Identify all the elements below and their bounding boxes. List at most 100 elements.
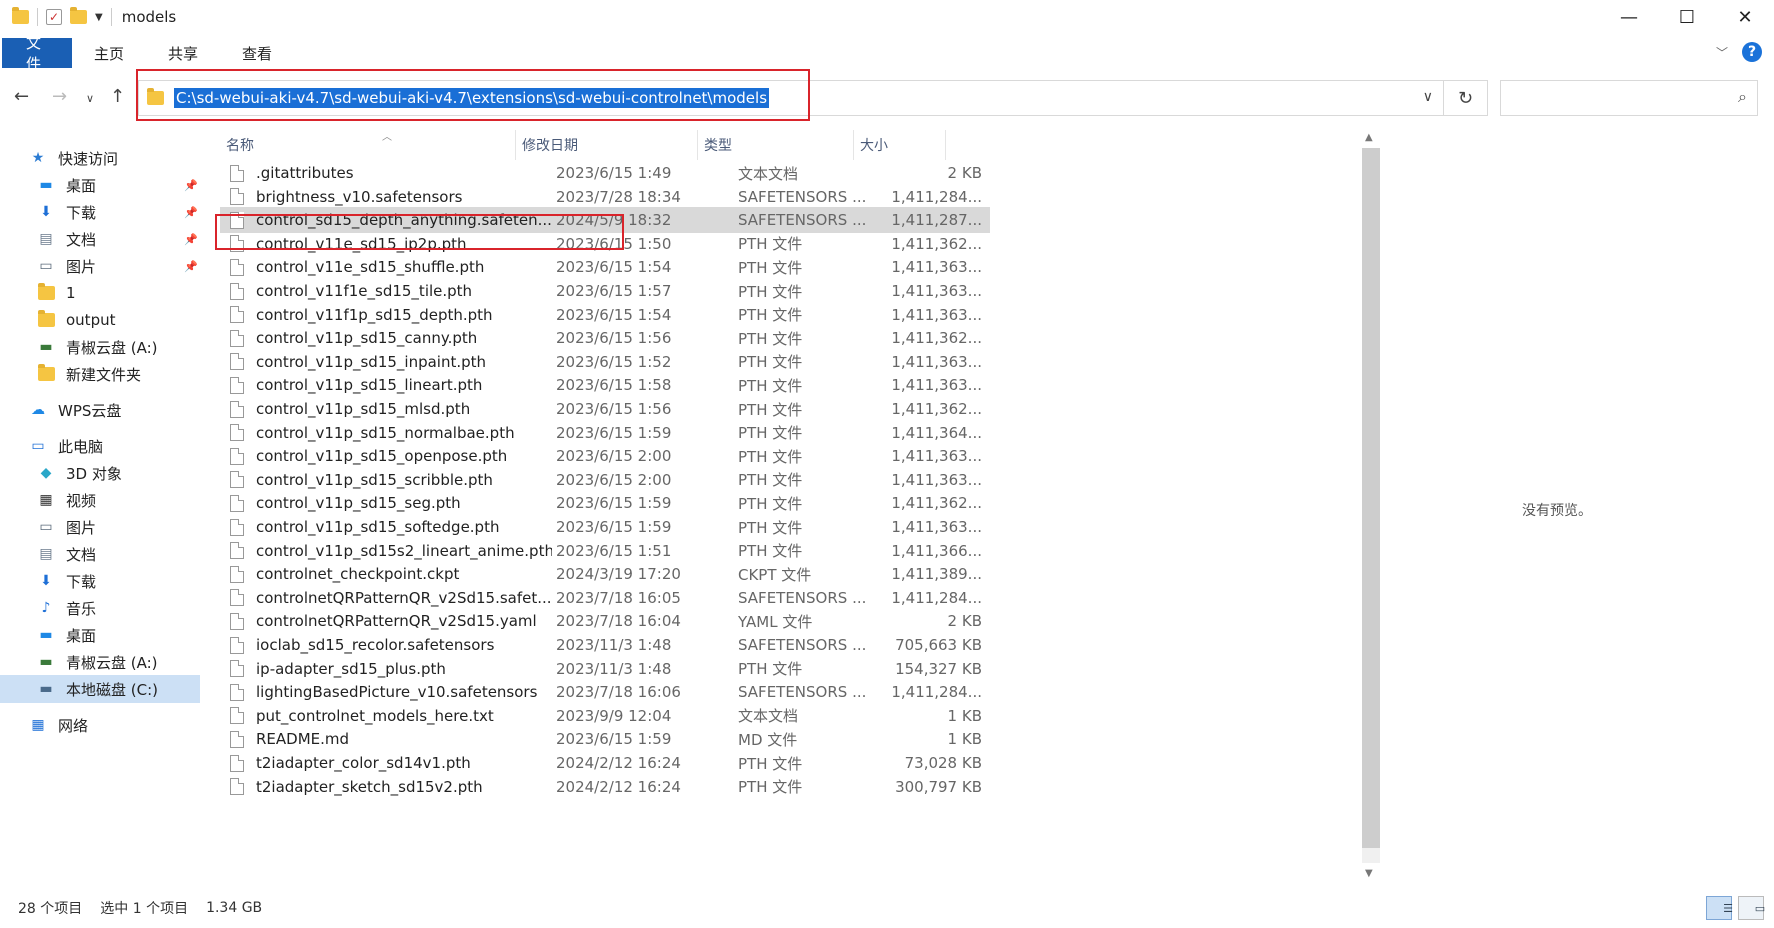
sidebar-item[interactable]: ▭ 图片 📌 <box>0 252 200 280</box>
sidebar-item[interactable]: ⬇ 下载 <box>0 567 200 595</box>
refresh-button[interactable]: ↻ <box>1444 80 1488 116</box>
file-date: 2023/6/15 1:57 <box>556 282 672 300</box>
search-input[interactable]: ⌕ <box>1500 80 1758 116</box>
sidebar-item[interactable]: ▤ 文档 📌 <box>0 225 200 253</box>
sidebar-item[interactable]: 新建文件夹 <box>0 360 200 388</box>
table-row[interactable]: controlnetQRPatternQR_v2Sd15.yaml 2023/7/… <box>220 608 990 634</box>
pin-icon[interactable]: 📌 <box>184 260 198 273</box>
help-icon[interactable]: ? <box>1742 42 1762 62</box>
recent-locations-icon[interactable]: ∨ <box>86 92 94 105</box>
sidebar-item[interactable]: ▭ 此电脑 <box>0 432 200 460</box>
properties-icon[interactable]: ✓ <box>46 9 62 25</box>
file-icon <box>230 306 244 324</box>
file-icon <box>230 164 244 182</box>
large-icons-view-button[interactable]: ▭ <box>1738 896 1765 920</box>
file-type: PTH 文件 <box>738 400 803 419</box>
search-icon[interactable]: ⌕ <box>1738 87 1747 107</box>
table-row[interactable]: controlnet_checkpoint.ckpt 2024/3/19 17:2… <box>220 561 990 587</box>
table-row[interactable]: controlnetQRPatternQR_v2Sd15.safet... 202… <box>220 585 990 611</box>
back-arrow-icon[interactable]: ← <box>14 86 29 107</box>
sidebar-item[interactable]: ♪ 音乐 <box>0 594 200 622</box>
tab-share[interactable]: 共享 <box>146 38 220 68</box>
table-row[interactable]: t2iadapter_color_sd14v1.pth 2024/2/12 16:… <box>220 750 990 776</box>
pin-icon[interactable]: 📌 <box>184 206 198 219</box>
table-row[interactable]: control_v11p_sd15_inpaint.pth 2023/6/15 1… <box>220 349 990 375</box>
details-view-button[interactable]: ☰ <box>1706 896 1733 920</box>
table-row[interactable]: brightness_v10.safetensors 2023/7/28 18:3… <box>220 184 990 210</box>
chevron-down-icon[interactable]: ∨ <box>1423 89 1433 105</box>
sidebar-item-label: 下载 <box>66 572 97 591</box>
column-size[interactable]: 大小 <box>854 130 946 160</box>
new-folder-icon[interactable] <box>70 7 87 24</box>
sidebar-item[interactable]: ⬇ 下载 📌 <box>0 198 200 226</box>
sidebar-item-label: 青椒云盘 (A:) <box>66 338 158 357</box>
minimize-button[interactable]: — <box>1600 0 1658 34</box>
tab-view[interactable]: 查看 <box>220 38 294 68</box>
column-date[interactable]: 修改日期 <box>516 130 698 160</box>
table-row[interactable]: ip-adapter_sd15_plus.pth 2023/11/3 1:48 PT… <box>220 656 990 682</box>
sidebar-item[interactable]: ▭ 图片 <box>0 513 200 541</box>
sidebar-item[interactable]: ★ 快速访问 <box>0 144 200 172</box>
table-row[interactable]: control_v11p_sd15s2_lineart_anime.pth 202… <box>220 538 990 564</box>
file-size: 1,411,366... <box>891 541 982 560</box>
table-row[interactable]: README.md 2023/6/15 1:59 MD 文件 1 KB <box>220 726 990 752</box>
table-row[interactable]: control_v11e_sd15_shuffle.pth 2023/6/15 1… <box>220 254 990 280</box>
table-row[interactable]: control_v11p_sd15_softedge.pth 2023/6/15 … <box>220 514 990 540</box>
file-type: PTH 文件 <box>738 258 803 277</box>
sidebar-item[interactable]: ▦ 视频 <box>0 486 200 514</box>
file-type: PTH 文件 <box>738 660 803 679</box>
document-icon: ▤ <box>39 231 53 247</box>
forward-arrow-icon[interactable]: → <box>52 86 67 107</box>
table-row[interactable]: control_v11p_sd15_canny.pth 2023/6/15 1:5… <box>220 325 990 351</box>
file-size: 1,411,363... <box>891 282 982 300</box>
sidebar-item[interactable]: ▬ 桌面 <box>0 621 200 649</box>
sidebar-item[interactable]: output <box>0 306 200 334</box>
sidebar-item[interactable]: ▬ 青椒云盘 (A:) <box>0 333 200 361</box>
table-row[interactable]: put_controlnet_models_here.txt 2023/9/9 1… <box>220 703 990 729</box>
table-row[interactable]: t2iadapter_sketch_sd15v2.pth 2024/2/12 16… <box>220 774 990 800</box>
sidebar-item[interactable]: ▬ 本地磁盘 (C:) <box>0 675 200 703</box>
sidebar-item[interactable]: 1 <box>0 279 200 307</box>
table-row[interactable]: control_v11p_sd15_openpose.pth 2023/6/15 … <box>220 443 990 469</box>
sidebar-item[interactable]: ▤ 文档 <box>0 540 200 568</box>
file-date: 2023/6/15 1:56 <box>556 329 672 348</box>
table-row[interactable]: control_v11p_sd15_scribble.pth 2023/6/15 … <box>220 467 990 493</box>
sidebar-item[interactable]: ▦ 网络 <box>0 711 200 739</box>
sidebar-item[interactable]: ▬ 桌面 📌 <box>0 171 200 199</box>
file-icon <box>230 400 244 418</box>
sidebar-item[interactable]: ☁ WPS云盘 <box>0 396 200 424</box>
table-row[interactable]: control_v11p_sd15_seg.pth 2023/6/15 1:59 P… <box>220 490 990 516</box>
tab-file[interactable]: 文件 <box>2 34 72 73</box>
table-row[interactable]: control_v11p_sd15_mlsd.pth 2023/6/15 1:56… <box>220 396 990 422</box>
tab-home[interactable]: 主页 <box>72 38 146 68</box>
divider <box>37 8 38 26</box>
table-row[interactable]: control_v11p_sd15_normalbae.pth 2023/6/15… <box>220 420 990 446</box>
folder-icon <box>36 310 56 328</box>
scroll-down-icon[interactable]: ▼ <box>1365 868 1373 879</box>
up-arrow-icon[interactable]: ↑ <box>110 86 125 107</box>
maximize-button[interactable]: ☐ <box>1658 0 1716 34</box>
file-name: put_controlnet_models_here.txt <box>256 706 494 725</box>
expand-ribbon-icon[interactable]: ﹀ <box>1716 44 1728 61</box>
pin-icon[interactable]: 📌 <box>184 179 198 192</box>
scroll-thumb[interactable] <box>1362 148 1380 848</box>
pin-icon[interactable]: 📌 <box>184 233 198 246</box>
customize-toolbar-icon[interactable]: ▼ <box>95 12 103 23</box>
file-date: 2023/6/15 1:59 <box>556 423 672 442</box>
table-row[interactable]: .gitattributes 2023/6/15 1:49 文本文档 2 KB <box>220 160 990 186</box>
column-name[interactable]: 名称 ︿ <box>220 130 516 160</box>
vertical-scrollbar[interactable]: ▲ ▼ <box>1362 130 1380 885</box>
sidebar-item[interactable]: ▬ 青椒云盘 (A:) <box>0 648 200 676</box>
scroll-up-icon[interactable]: ▲ <box>1365 132 1373 143</box>
table-row[interactable]: lightingBasedPicture_v10.safetensors 2023… <box>220 679 990 705</box>
table-row[interactable]: control_v11f1e_sd15_tile.pth 2023/6/15 1:… <box>220 278 990 304</box>
table-row[interactable]: control_v11p_sd15_lineart.pth 2023/6/15 1… <box>220 372 990 398</box>
sidebar-item[interactable]: ◆ 3D 对象 <box>0 459 200 487</box>
sidebar-item-label: 此电脑 <box>58 437 104 456</box>
selection-size: 1.34 GB <box>206 900 263 916</box>
table-row[interactable]: ioclab_sd15_recolor.safetensors 2023/11/3… <box>220 632 990 658</box>
file-name: control_v11p_sd15_normalbae.pth <box>256 423 515 442</box>
table-row[interactable]: control_v11f1p_sd15_depth.pth 2023/6/15 1… <box>220 302 990 328</box>
column-type[interactable]: 类型 <box>698 130 854 160</box>
close-button[interactable]: ✕ <box>1716 0 1774 34</box>
